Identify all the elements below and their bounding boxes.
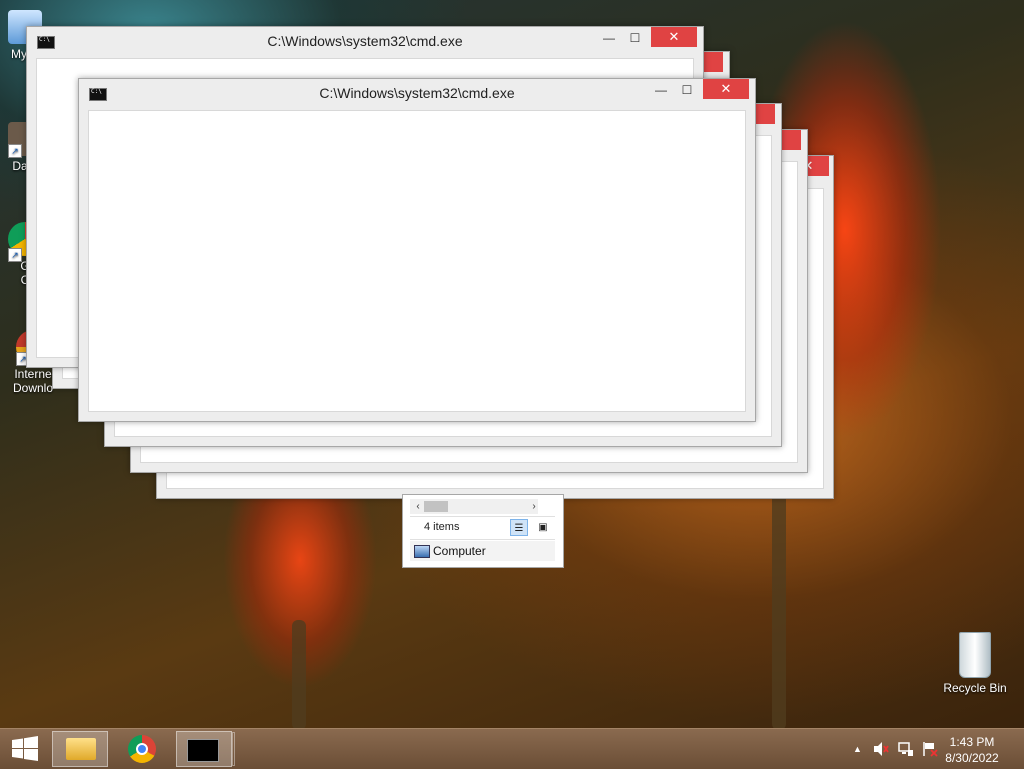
scroll-thumb[interactable] xyxy=(424,501,448,512)
taskbar-group-edge xyxy=(232,732,235,766)
taskbar: ▲ 1:43 PM 8/30/2022 xyxy=(0,728,1024,769)
address-text: Computer xyxy=(433,544,486,558)
file-explorer-icon xyxy=(66,738,96,760)
details-view-icon: ☰ xyxy=(514,523,524,534)
large-icons-view-icon: ▣ xyxy=(538,522,548,533)
show-hidden-icons-button[interactable]: ▲ xyxy=(853,744,862,754)
cmd-window-front[interactable]: C:\Windows\system32\cmd.exe — ☐ ✕ xyxy=(78,78,756,422)
shortcut-arrow-icon: ↗ xyxy=(8,248,22,262)
maximize-button[interactable]: ☐ xyxy=(623,30,647,48)
wallpaper-stem xyxy=(772,490,786,728)
details-view-button[interactable]: ☰ xyxy=(510,519,528,536)
shortcut-arrow-icon: ↗ xyxy=(8,144,22,158)
start-button[interactable] xyxy=(0,731,50,767)
close-button[interactable]: ✕ xyxy=(651,27,697,47)
window-titlebar[interactable]: C:\Windows\system32\cmd.exe — ☐ ✕ xyxy=(27,27,703,57)
volume-muted-icon[interactable] xyxy=(873,741,889,760)
horizontal-scrollbar[interactable]: ‹ › xyxy=(410,499,538,514)
clock[interactable]: 1:43 PM 8/30/2022 xyxy=(932,734,1012,766)
explorer-window-fragment[interactable]: ‹ › 4 items ☰ ▣ Computer xyxy=(402,494,564,568)
taskbar-chrome[interactable] xyxy=(114,731,170,767)
clock-time: 1:43 PM xyxy=(949,735,995,749)
desktop-icon-label: Recycle Bin xyxy=(943,681,1007,695)
minimize-button[interactable]: — xyxy=(649,82,673,100)
windows-start-icon xyxy=(12,736,38,761)
close-button[interactable]: ✕ xyxy=(703,79,749,99)
recycle-bin-icon xyxy=(959,632,991,678)
taskbar-cmd[interactable] xyxy=(176,731,235,767)
minimize-button[interactable]: — xyxy=(597,30,621,48)
desktop-icon-recycle-bin[interactable]: Recycle Bin xyxy=(940,632,1010,695)
status-bar: 4 items ☰ ▣ xyxy=(410,516,555,540)
console-area[interactable] xyxy=(88,110,746,412)
desktop: My C ↗ Data ↗ G C ↗ Interne Downlo Recyc… xyxy=(0,0,1024,728)
computer-icon xyxy=(414,545,430,558)
maximize-button[interactable]: ☐ xyxy=(675,82,699,100)
item-count: 4 items xyxy=(424,521,460,533)
scroll-right-arrow[interactable]: › xyxy=(528,499,540,514)
network-icon[interactable] xyxy=(898,741,914,760)
taskbar-file-explorer[interactable] xyxy=(52,731,108,767)
wallpaper-stem xyxy=(292,620,306,728)
address-bar[interactable]: Computer xyxy=(410,541,555,561)
window-titlebar[interactable]: C:\Windows\system32\cmd.exe — ☐ ✕ xyxy=(79,79,755,109)
scroll-left-arrow[interactable]: ‹ xyxy=(412,499,424,514)
chrome-icon xyxy=(128,735,156,763)
large-icons-view-button[interactable]: ▣ xyxy=(534,519,552,536)
clock-date: 8/30/2022 xyxy=(945,751,999,765)
cmd-icon xyxy=(187,739,219,762)
